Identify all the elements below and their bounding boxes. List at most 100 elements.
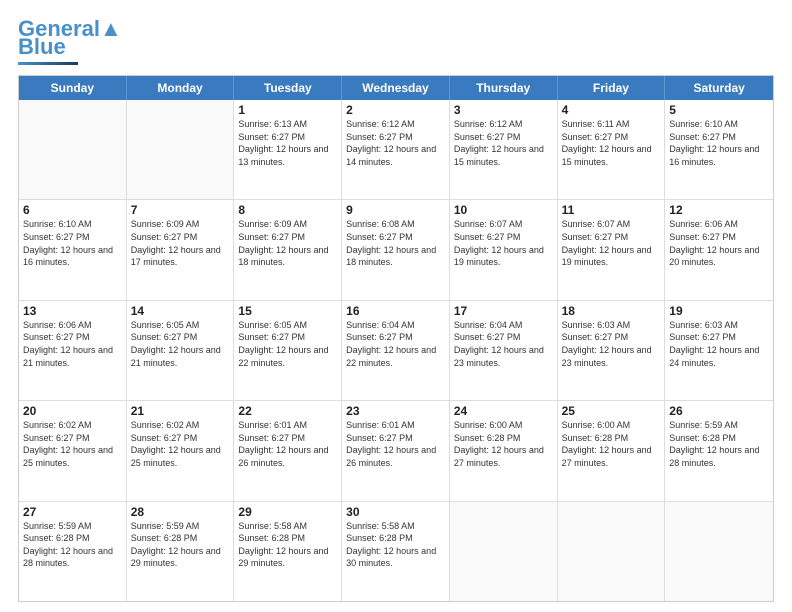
day-info: Sunrise: 6:03 AM Sunset: 6:27 PM Dayligh… <box>562 319 661 369</box>
calendar-week-3: 13Sunrise: 6:06 AM Sunset: 6:27 PM Dayli… <box>19 300 773 400</box>
calendar-cell: 14Sunrise: 6:05 AM Sunset: 6:27 PM Dayli… <box>127 301 235 400</box>
calendar-cell: 10Sunrise: 6:07 AM Sunset: 6:27 PM Dayli… <box>450 200 558 299</box>
day-info: Sunrise: 5:58 AM Sunset: 6:28 PM Dayligh… <box>238 520 337 570</box>
header-day-sunday: Sunday <box>19 76 127 100</box>
calendar-cell: 12Sunrise: 6:06 AM Sunset: 6:27 PM Dayli… <box>665 200 773 299</box>
day-number: 9 <box>346 203 445 217</box>
day-info: Sunrise: 6:01 AM Sunset: 6:27 PM Dayligh… <box>346 419 445 469</box>
calendar-cell: 16Sunrise: 6:04 AM Sunset: 6:27 PM Dayli… <box>342 301 450 400</box>
header-day-thursday: Thursday <box>450 76 558 100</box>
calendar-week-4: 20Sunrise: 6:02 AM Sunset: 6:27 PM Dayli… <box>19 400 773 500</box>
day-info: Sunrise: 6:09 AM Sunset: 6:27 PM Dayligh… <box>131 218 230 268</box>
calendar-cell: 25Sunrise: 6:00 AM Sunset: 6:28 PM Dayli… <box>558 401 666 500</box>
calendar-cell: 11Sunrise: 6:07 AM Sunset: 6:27 PM Dayli… <box>558 200 666 299</box>
day-number: 28 <box>131 505 230 519</box>
page: General▲ Blue SundayMondayTuesdayWednesd… <box>0 0 792 612</box>
logo: General▲ Blue <box>18 18 122 65</box>
calendar-cell: 18Sunrise: 6:03 AM Sunset: 6:27 PM Dayli… <box>558 301 666 400</box>
day-info: Sunrise: 6:11 AM Sunset: 6:27 PM Dayligh… <box>562 118 661 168</box>
day-number: 7 <box>131 203 230 217</box>
header-day-saturday: Saturday <box>665 76 773 100</box>
day-info: Sunrise: 6:10 AM Sunset: 6:27 PM Dayligh… <box>23 218 122 268</box>
day-number: 26 <box>669 404 769 418</box>
day-number: 3 <box>454 103 553 117</box>
day-info: Sunrise: 6:12 AM Sunset: 6:27 PM Dayligh… <box>346 118 445 168</box>
calendar-cell: 27Sunrise: 5:59 AM Sunset: 6:28 PM Dayli… <box>19 502 127 601</box>
day-number: 10 <box>454 203 553 217</box>
day-number: 1 <box>238 103 337 117</box>
calendar-cell: 26Sunrise: 5:59 AM Sunset: 6:28 PM Dayli… <box>665 401 773 500</box>
calendar-cell: 28Sunrise: 5:59 AM Sunset: 6:28 PM Dayli… <box>127 502 235 601</box>
calendar-cell: 22Sunrise: 6:01 AM Sunset: 6:27 PM Dayli… <box>234 401 342 500</box>
day-info: Sunrise: 6:09 AM Sunset: 6:27 PM Dayligh… <box>238 218 337 268</box>
day-info: Sunrise: 6:06 AM Sunset: 6:27 PM Dayligh… <box>669 218 769 268</box>
day-number: 21 <box>131 404 230 418</box>
day-info: Sunrise: 5:58 AM Sunset: 6:28 PM Dayligh… <box>346 520 445 570</box>
day-number: 29 <box>238 505 337 519</box>
calendar-cell <box>127 100 235 199</box>
day-info: Sunrise: 6:08 AM Sunset: 6:27 PM Dayligh… <box>346 218 445 268</box>
calendar-cell <box>665 502 773 601</box>
day-info: Sunrise: 6:02 AM Sunset: 6:27 PM Dayligh… <box>23 419 122 469</box>
day-info: Sunrise: 6:07 AM Sunset: 6:27 PM Dayligh… <box>454 218 553 268</box>
calendar-cell <box>450 502 558 601</box>
day-info: Sunrise: 6:05 AM Sunset: 6:27 PM Dayligh… <box>238 319 337 369</box>
logo-blue: ▲ <box>100 16 122 41</box>
calendar-cell <box>558 502 666 601</box>
day-number: 2 <box>346 103 445 117</box>
calendar-cell: 23Sunrise: 6:01 AM Sunset: 6:27 PM Dayli… <box>342 401 450 500</box>
day-info: Sunrise: 6:04 AM Sunset: 6:27 PM Dayligh… <box>346 319 445 369</box>
day-info: Sunrise: 5:59 AM Sunset: 6:28 PM Dayligh… <box>669 419 769 469</box>
header-day-friday: Friday <box>558 76 666 100</box>
calendar-cell: 20Sunrise: 6:02 AM Sunset: 6:27 PM Dayli… <box>19 401 127 500</box>
day-info: Sunrise: 6:07 AM Sunset: 6:27 PM Dayligh… <box>562 218 661 268</box>
day-info: Sunrise: 6:13 AM Sunset: 6:27 PM Dayligh… <box>238 118 337 168</box>
calendar-cell: 2Sunrise: 6:12 AM Sunset: 6:27 PM Daylig… <box>342 100 450 199</box>
calendar-cell: 19Sunrise: 6:03 AM Sunset: 6:27 PM Dayli… <box>665 301 773 400</box>
header-day-tuesday: Tuesday <box>234 76 342 100</box>
day-info: Sunrise: 6:10 AM Sunset: 6:27 PM Dayligh… <box>669 118 769 168</box>
calendar-cell: 29Sunrise: 5:58 AM Sunset: 6:28 PM Dayli… <box>234 502 342 601</box>
header-day-monday: Monday <box>127 76 235 100</box>
day-number: 23 <box>346 404 445 418</box>
day-info: Sunrise: 6:00 AM Sunset: 6:28 PM Dayligh… <box>562 419 661 469</box>
calendar: SundayMondayTuesdayWednesdayThursdayFrid… <box>18 75 774 602</box>
day-number: 17 <box>454 304 553 318</box>
calendar-cell: 17Sunrise: 6:04 AM Sunset: 6:27 PM Dayli… <box>450 301 558 400</box>
logo-blue-text: Blue <box>18 34 66 60</box>
calendar-header: SundayMondayTuesdayWednesdayThursdayFrid… <box>19 76 773 100</box>
day-info: Sunrise: 5:59 AM Sunset: 6:28 PM Dayligh… <box>131 520 230 570</box>
day-number: 19 <box>669 304 769 318</box>
calendar-cell: 3Sunrise: 6:12 AM Sunset: 6:27 PM Daylig… <box>450 100 558 199</box>
calendar-cell: 1Sunrise: 6:13 AM Sunset: 6:27 PM Daylig… <box>234 100 342 199</box>
day-number: 25 <box>562 404 661 418</box>
calendar-cell: 7Sunrise: 6:09 AM Sunset: 6:27 PM Daylig… <box>127 200 235 299</box>
day-number: 14 <box>131 304 230 318</box>
calendar-cell <box>19 100 127 199</box>
day-info: Sunrise: 6:05 AM Sunset: 6:27 PM Dayligh… <box>131 319 230 369</box>
day-info: Sunrise: 6:00 AM Sunset: 6:28 PM Dayligh… <box>454 419 553 469</box>
calendar-week-2: 6Sunrise: 6:10 AM Sunset: 6:27 PM Daylig… <box>19 199 773 299</box>
calendar-cell: 24Sunrise: 6:00 AM Sunset: 6:28 PM Dayli… <box>450 401 558 500</box>
day-number: 24 <box>454 404 553 418</box>
logo-underline <box>18 62 78 65</box>
header: General▲ Blue <box>18 18 774 65</box>
calendar-cell: 8Sunrise: 6:09 AM Sunset: 6:27 PM Daylig… <box>234 200 342 299</box>
header-day-wednesday: Wednesday <box>342 76 450 100</box>
day-number: 30 <box>346 505 445 519</box>
calendar-cell: 13Sunrise: 6:06 AM Sunset: 6:27 PM Dayli… <box>19 301 127 400</box>
day-number: 22 <box>238 404 337 418</box>
calendar-cell: 4Sunrise: 6:11 AM Sunset: 6:27 PM Daylig… <box>558 100 666 199</box>
day-number: 6 <box>23 203 122 217</box>
day-number: 12 <box>669 203 769 217</box>
calendar-cell: 15Sunrise: 6:05 AM Sunset: 6:27 PM Dayli… <box>234 301 342 400</box>
calendar-cell: 5Sunrise: 6:10 AM Sunset: 6:27 PM Daylig… <box>665 100 773 199</box>
day-info: Sunrise: 6:02 AM Sunset: 6:27 PM Dayligh… <box>131 419 230 469</box>
day-number: 18 <box>562 304 661 318</box>
day-number: 27 <box>23 505 122 519</box>
day-info: Sunrise: 5:59 AM Sunset: 6:28 PM Dayligh… <box>23 520 122 570</box>
calendar-week-5: 27Sunrise: 5:59 AM Sunset: 6:28 PM Dayli… <box>19 501 773 601</box>
day-number: 11 <box>562 203 661 217</box>
day-number: 16 <box>346 304 445 318</box>
day-info: Sunrise: 6:12 AM Sunset: 6:27 PM Dayligh… <box>454 118 553 168</box>
